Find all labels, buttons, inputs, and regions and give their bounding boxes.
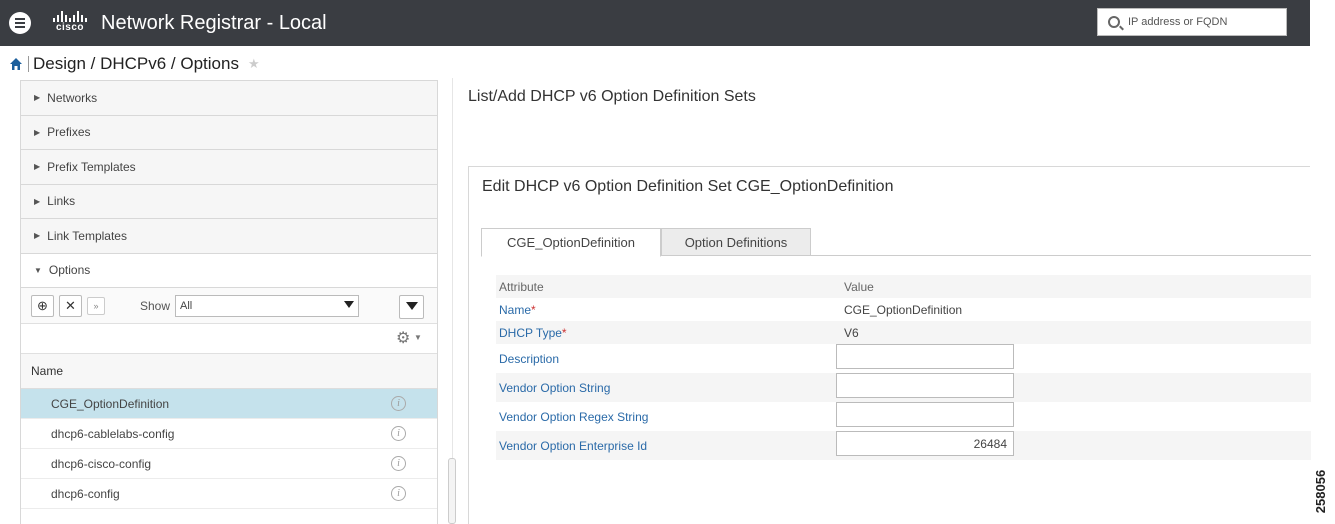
table-row: Vendor Option Enterprise Id: [496, 431, 1311, 460]
table-row: Vendor Option Regex String: [496, 402, 1311, 431]
expand-icon[interactable]: »: [87, 296, 105, 315]
breadcrumb: Design / DHCPv6 / Options ★: [10, 53, 260, 75]
star-icon[interactable]: ★: [248, 56, 260, 72]
list-item-name[interactable]: dhcp6-cablelabs-config: [51, 427, 174, 441]
attribute-column-header: Attribute: [499, 279, 544, 294]
gear-icon[interactable]: ⚙: [396, 328, 410, 348]
filter-icon[interactable]: [399, 295, 424, 319]
caret-right-icon: ▶: [34, 231, 41, 241]
show-label: Show: [140, 298, 171, 313]
cisco-logo: cisco: [47, 11, 93, 35]
list-item-name[interactable]: dhcp6-config: [51, 487, 120, 501]
list-item[interactable]: dhcp6-cisco-config i: [21, 449, 437, 479]
app-title: Network Registrar - Local: [101, 12, 327, 34]
attribute-table: Attribute Value Name* CGE_OptionDefiniti…: [496, 275, 1311, 460]
figure-number: 258056: [1313, 469, 1329, 514]
vendor-option-string-field[interactable]: [836, 373, 1014, 398]
chevron-down-icon: [344, 300, 355, 308]
list-item[interactable]: dhcp6-cablelabs-config i: [21, 419, 437, 449]
caret-right-icon: ▶: [34, 196, 41, 206]
sidebar-item-networks[interactable]: ▶ Networks: [21, 81, 437, 116]
attribute-label[interactable]: Description: [499, 352, 559, 366]
delete-icon[interactable]: ✕: [59, 294, 82, 317]
edit-panel: Edit DHCP v6 Option Definition Set CGE_O…: [468, 166, 1311, 524]
enterprise-id-field[interactable]: [836, 431, 1014, 456]
sidebar-item-link-templates[interactable]: ▶ Link Templates: [21, 219, 437, 254]
top-bar: cisco Network Registrar - Local: [0, 0, 1310, 46]
sidebar-item-options[interactable]: ▼ Options: [21, 253, 437, 288]
info-icon[interactable]: i: [391, 396, 406, 411]
add-icon[interactable]: ⊕: [31, 294, 54, 317]
description-field[interactable]: [836, 344, 1014, 369]
edit-title: Edit DHCP v6 Option Definition Set CGE_O…: [482, 178, 894, 195]
search-icon[interactable]: [1108, 16, 1120, 28]
sidebar-item-label: Link Templates: [47, 228, 127, 243]
table-header-row: Attribute Value: [496, 275, 1311, 298]
list-item-name[interactable]: dhcp6-cisco-config: [51, 457, 151, 471]
sidebar-item-label: Prefixes: [47, 125, 91, 140]
list-item[interactable]: dhcp6-config i: [21, 479, 437, 509]
attribute-label[interactable]: Vendor Option Enterprise Id: [499, 439, 647, 453]
sidebar-item-label: Networks: [47, 90, 98, 105]
attribute-value: CGE_OptionDefinition: [844, 302, 963, 317]
value-column-header: Value: [844, 279, 874, 294]
table-row: DHCP Type* V6: [496, 321, 1311, 344]
breadcrumb-separator: [28, 56, 29, 72]
sidebar-item-prefix-templates[interactable]: ▶ Prefix Templates: [21, 150, 437, 185]
caret-down-icon: ▼: [34, 265, 42, 275]
table-row: Description: [496, 344, 1311, 373]
search-box[interactable]: [1097, 8, 1287, 36]
settings-row: ⚙ ▼: [21, 324, 437, 354]
list-toolbar: ⊕ ✕ » Show All: [21, 288, 437, 324]
tab-option-definitions[interactable]: Option Definitions: [661, 228, 811, 256]
info-icon[interactable]: i: [391, 426, 406, 441]
info-icon[interactable]: i: [391, 456, 406, 471]
caret-right-icon: ▶: [34, 93, 41, 103]
splitter-handle[interactable]: [448, 458, 456, 524]
menu-icon[interactable]: [9, 12, 31, 34]
left-panel: ▶ Networks ▶ Prefixes ▶ Prefix Templates ▶ L…: [20, 80, 438, 524]
caret-right-icon: ▶: [34, 162, 41, 172]
list-column-header[interactable]: Name: [21, 354, 437, 389]
attribute-label[interactable]: DHCP Type*: [499, 326, 567, 340]
sidebar-item-links[interactable]: ▶ Links: [21, 184, 437, 219]
vendor-option-regex-field[interactable]: [836, 402, 1014, 427]
attribute-label[interactable]: Name*: [499, 303, 536, 317]
breadcrumb-path: Design / DHCPv6 / Options: [33, 54, 239, 73]
attribute-label[interactable]: Vendor Option String: [499, 381, 610, 395]
sidebar-item-label: Links: [47, 194, 76, 209]
sidebar-item-label: Prefix Templates: [47, 159, 136, 174]
cisco-word: cisco: [55, 22, 85, 33]
list-item-name[interactable]: CGE_OptionDefinition: [51, 397, 169, 411]
home-icon[interactable]: [10, 58, 22, 70]
attribute-value: V6: [844, 325, 859, 340]
show-select[interactable]: All: [175, 294, 360, 317]
tab-cge-optiondefinition[interactable]: CGE_OptionDefinition: [481, 228, 661, 257]
sidebar-item-label: Options: [48, 263, 91, 278]
table-row: Name* CGE_OptionDefinition: [496, 298, 1311, 321]
search-input[interactable]: [1128, 14, 1278, 30]
info-icon[interactable]: i: [391, 486, 406, 501]
show-select-value: All: [180, 299, 193, 312]
chevron-down-icon[interactable]: ▼: [414, 333, 422, 342]
caret-right-icon: ▶: [34, 127, 41, 137]
list-item[interactable]: CGE_OptionDefinition i: [21, 389, 437, 419]
table-row: Vendor Option String: [496, 373, 1311, 402]
attribute-label[interactable]: Vendor Option Regex String: [499, 410, 648, 424]
sidebar-item-prefixes[interactable]: ▶ Prefixes: [21, 115, 437, 150]
list-add-title: List/Add DHCP v6 Option Definition Sets: [468, 88, 756, 105]
tab-bar: CGE_OptionDefinition Option Definitions: [481, 228, 1311, 257]
